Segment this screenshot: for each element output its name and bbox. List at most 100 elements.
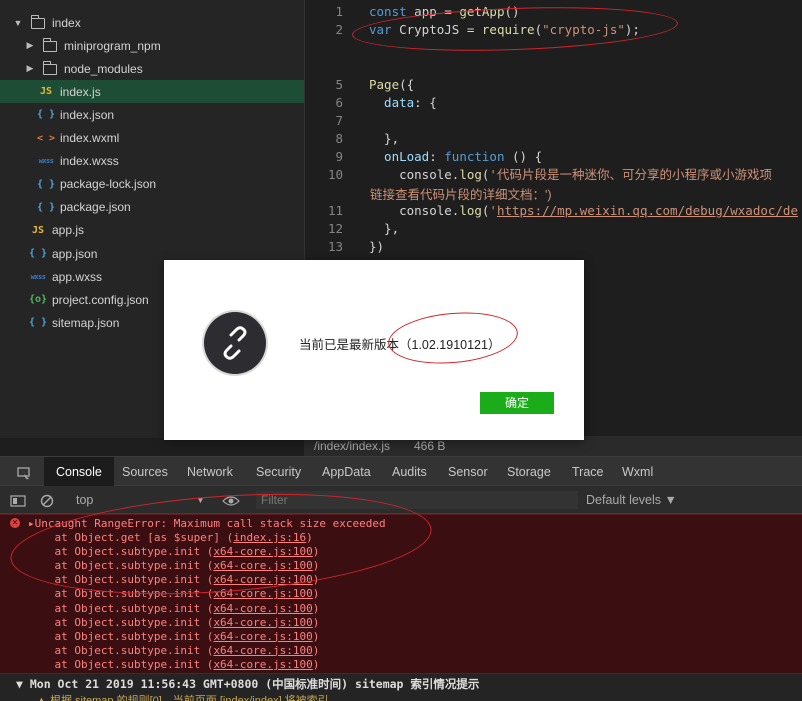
tab-wxml[interactable]: Wxml <box>622 457 653 487</box>
json-file-icon: { } <box>36 109 56 121</box>
json-file-icon: { } <box>36 201 56 213</box>
tab-sources[interactable]: Sources <box>122 457 168 487</box>
stack-frame-end: ) <box>312 657 320 671</box>
stack-frame: at Object.subtype.init (x64-core.js:100) <box>28 559 319 573</box>
stack-frame-text: at Object.subtype.init ( <box>28 545 214 559</box>
stack-frame-source-link[interactable]: x64-core.js:100 <box>213 573 312 586</box>
wxml-file-icon: < > <box>36 132 56 144</box>
tree-item-label: package.json <box>60 200 131 215</box>
chevron-down-icon[interactable]: ▼ <box>12 18 24 28</box>
code-token: onLoad <box>369 149 430 164</box>
tab-sensor[interactable]: Sensor <box>448 457 488 487</box>
code-token: ({ <box>399 77 415 92</box>
code-line[interactable]: 2 var CryptoJS = require("crypto-js"); <box>305 21 802 39</box>
code-token: }) <box>369 239 385 254</box>
code-token: "crypto-js" <box>542 22 625 37</box>
code-line[interactable]: 11 console.log('https://mp.weixin.qq.com… <box>305 202 802 220</box>
tab-trace[interactable]: Trace <box>572 457 604 487</box>
tab-network[interactable]: Network <box>187 457 233 487</box>
console-warning-line: ▲ 根据 sitemap 的规则[0]，当前页面 [index/index] 将… <box>36 695 329 701</box>
wrapped-code-line: 链接查看代码片段的详细文档：') <box>370 188 552 202</box>
folder-icon <box>40 37 60 52</box>
tab-console[interactable]: Console <box>44 457 114 487</box>
code-line[interactable]: 10 console.log('代码片段是一种迷你、可分享的小程序或小游戏项 <box>305 166 802 184</box>
inspect-icon[interactable] <box>12 457 36 487</box>
tree-item[interactable]: { } package.json <box>0 196 304 219</box>
code-line[interactable]: 8 }, <box>305 130 802 148</box>
tree-item-label: app.js <box>52 223 85 238</box>
line-number: 11 <box>327 203 343 218</box>
code-line[interactable] <box>305 57 802 75</box>
code-line[interactable]: 5 Page({ <box>305 76 802 94</box>
tree-item[interactable]: JS index.js <box>0 80 304 104</box>
stack-frame-source-link[interactable]: x64-core.js:100 <box>213 587 312 600</box>
code-line[interactable]: 6 data: { <box>305 94 802 112</box>
stack-frame-source-link[interactable]: x64-core.js:100 <box>213 630 312 643</box>
console-toolbar: top ▼ Default levels ▼ <box>0 486 802 514</box>
context-dropdown-icon[interactable]: ▼ <box>196 486 205 514</box>
code-token: CryptoJS = <box>391 22 482 37</box>
tree-item[interactable]: { } package-lock.json <box>0 173 304 196</box>
stack-frame-source-link[interactable]: index.js:16 <box>233 531 306 544</box>
error-message[interactable]: ▸Uncaught RangeError: Maximum call stack… <box>28 517 386 531</box>
code-line[interactable] <box>305 39 802 57</box>
tree-item-label: package-lock.json <box>60 177 157 192</box>
tab-audits[interactable]: Audits <box>392 457 427 487</box>
code-line[interactable]: 1 const app = getApp() <box>305 3 802 21</box>
json-file-icon: { } <box>28 248 48 259</box>
line-number: 5 <box>335 77 343 92</box>
folder-icon <box>28 14 48 29</box>
stack-frame-text: at Object.subtype.init ( <box>28 601 214 615</box>
stack-frame-end: ) <box>306 531 313 544</box>
tree-item[interactable]: JS app.js <box>0 219 304 242</box>
log-levels-select[interactable]: Default levels ▼ <box>586 486 677 514</box>
chevron-right-icon[interactable]: ▶ <box>24 63 36 74</box>
code-token: ' <box>489 203 497 218</box>
js-file-icon: JS <box>31 224 45 236</box>
console-group-header[interactable]: ▼ Mon Oct 21 2019 11:56:43 GMT+0800 (中国标… <box>0 674 802 694</box>
tab-appdata[interactable]: AppData <box>322 457 371 487</box>
toggle-drawer-icon[interactable] <box>10 486 26 514</box>
devtools-tab-bar: Console Sources Network Security AppData Audi… <box>0 456 802 487</box>
chevron-right-icon[interactable]: ▶ <box>24 40 36 51</box>
ok-button[interactable]: 确定 <box>480 392 554 414</box>
code-token: ( <box>534 22 543 37</box>
stack-frame-source-link[interactable]: x64-core.js:100 <box>213 616 312 629</box>
folder-icon <box>40 60 60 75</box>
stack-frame-source-link[interactable]: x64-core.js:100 <box>213 559 312 572</box>
stack-frame-text: at Object.subtype.init ( <box>28 573 214 587</box>
tree-item-label: project.config.json <box>52 292 149 307</box>
stack-frame-source-link[interactable]: x64-core.js:100 <box>213 658 312 671</box>
tree-item[interactable]: ▶ node_modules <box>0 57 304 80</box>
code-token: console. <box>369 167 460 182</box>
code-line[interactable]: 9 onLoad: function () { <box>305 148 802 166</box>
line-number: 12 <box>327 221 343 236</box>
eye-icon[interactable] <box>222 486 240 514</box>
context-select[interactable]: top <box>76 486 93 514</box>
tree-item[interactable]: ▼ index <box>0 11 304 34</box>
dialog-message: 当前已是最新版本（1.02.1910121） <box>299 338 501 352</box>
stack-frame-end: ) <box>312 643 320 657</box>
code-line[interactable]: 12 }, <box>305 220 802 238</box>
tree-item-label: index.wxml <box>60 131 120 145</box>
code-line[interactable]: 13}) <box>305 238 802 256</box>
tab-security[interactable]: Security <box>256 457 301 487</box>
stack-frame-source-link[interactable]: x64-core.js:100 <box>213 545 312 558</box>
tree-item[interactable]: ▶ miniprogram_npm <box>0 34 304 57</box>
tree-item[interactable]: < > index.wxml <box>0 127 304 150</box>
tree-item[interactable]: wxss index.wxss <box>0 150 304 173</box>
stack-frame-source-link[interactable]: x64-core.js:100 <box>213 602 312 615</box>
console-filter-input[interactable] <box>256 491 578 509</box>
tree-item[interactable]: { } index.json <box>0 103 304 126</box>
stack-frame-end: ) <box>312 629 320 643</box>
line-number: 1 <box>335 4 343 19</box>
stack-frame-source-link[interactable]: x64-core.js:100 <box>213 644 312 657</box>
code-token: log <box>459 203 482 218</box>
code-line[interactable]: 7 <box>305 112 802 130</box>
code-token: require <box>481 22 535 37</box>
code-token: data <box>369 95 415 110</box>
update-dialog: 当前已是最新版本（1.02.1910121） 确定 <box>164 260 584 440</box>
tab-storage[interactable]: Storage <box>507 457 551 487</box>
clear-console-icon[interactable] <box>40 486 54 514</box>
stack-frame: at Object.subtype.init (x64-core.js:100) <box>28 658 319 672</box>
